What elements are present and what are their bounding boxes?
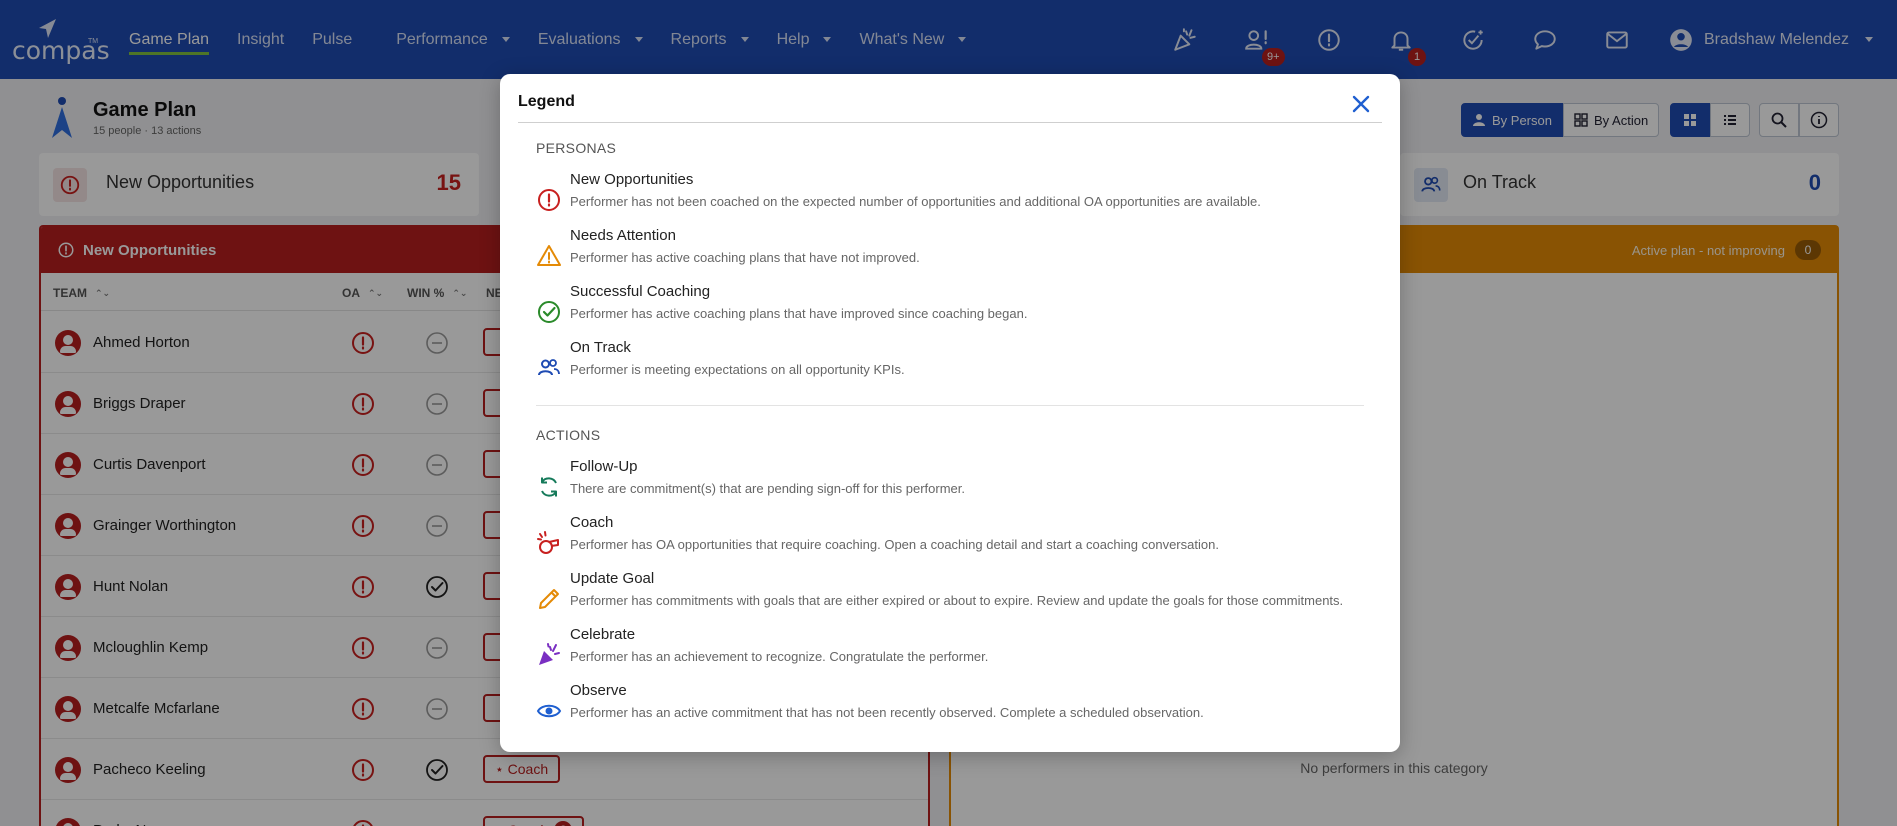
legend-item-name: Observe (570, 682, 627, 699)
legend-item-name: Follow-Up (570, 458, 638, 475)
legend-title: Legend (518, 93, 575, 110)
legend-item-name: New Opportunities (570, 171, 694, 188)
legend-divider (518, 122, 1382, 123)
check-circle-icon (538, 301, 560, 323)
legend-item-description: Performer has an achievement to recogniz… (570, 649, 989, 664)
legend-item-update-goal: Update Goal Performer has commitments wit… (536, 570, 1376, 622)
people-icon (538, 359, 560, 376)
legend-item-new-opportunities: New Opportunities Performer has not been … (536, 171, 1376, 223)
legend-item-needs-attention: Needs Attention Performer has active coac… (536, 227, 1376, 279)
legend-item-name: On Track (570, 339, 631, 356)
legend-item-coach: Coach Performer has OA opportunities that… (536, 514, 1376, 566)
legend-item-description: Performer has active coaching plans that… (570, 250, 920, 265)
party-popper-icon (539, 643, 560, 665)
section-divider (536, 405, 1364, 406)
legend-item-name: Coach (570, 514, 614, 531)
legend-dialog: Legend PERSONAS New Opportunities Perform… (500, 74, 1400, 752)
legend-item-name: Update Goal (570, 570, 655, 587)
legend-item-description: There are commitment(s) that are pending… (570, 481, 965, 496)
legend-item-celebrate: Celebrate Performer has an achievement to… (536, 626, 1376, 678)
alert-circle-icon (538, 189, 560, 211)
legend-item-successful-coaching: Successful Coaching Performer has active … (536, 283, 1376, 335)
legend-item-description: Performer has not been coached on the ex… (570, 194, 1261, 209)
sync-icon (541, 477, 557, 497)
actions-heading: ACTIONS (536, 427, 601, 443)
legend-item-follow-up: Follow-Up There are commitment(s) that ar… (536, 458, 1376, 510)
legend-item-description: Performer is meeting expectations on all… (570, 362, 905, 377)
legend-item-description: Performer has an active commitment that … (570, 705, 1204, 720)
legend-item-name: Successful Coaching (570, 283, 711, 300)
personas-heading: PERSONAS (536, 140, 617, 156)
pencil-icon (539, 589, 559, 609)
legend-item-on-track: On Track Performer is meeting expectation… (536, 339, 1376, 391)
coach-whistle-icon (537, 531, 559, 554)
legend-item-description: Performer has active coaching plans that… (570, 306, 1028, 321)
legend-item-description: Performer has commitments with goals tha… (570, 593, 1344, 608)
legend-item-observe: Observe Performer has an active commitmen… (536, 682, 1376, 734)
eye-icon (536, 704, 562, 718)
close-icon[interactable] (1348, 91, 1374, 117)
legend-item-name: Celebrate (570, 626, 636, 643)
legend-item-description: Performer has OA opportunities that requ… (570, 537, 1219, 552)
warning-triangle-icon (537, 245, 561, 266)
legend-item-name: Needs Attention (570, 227, 676, 244)
